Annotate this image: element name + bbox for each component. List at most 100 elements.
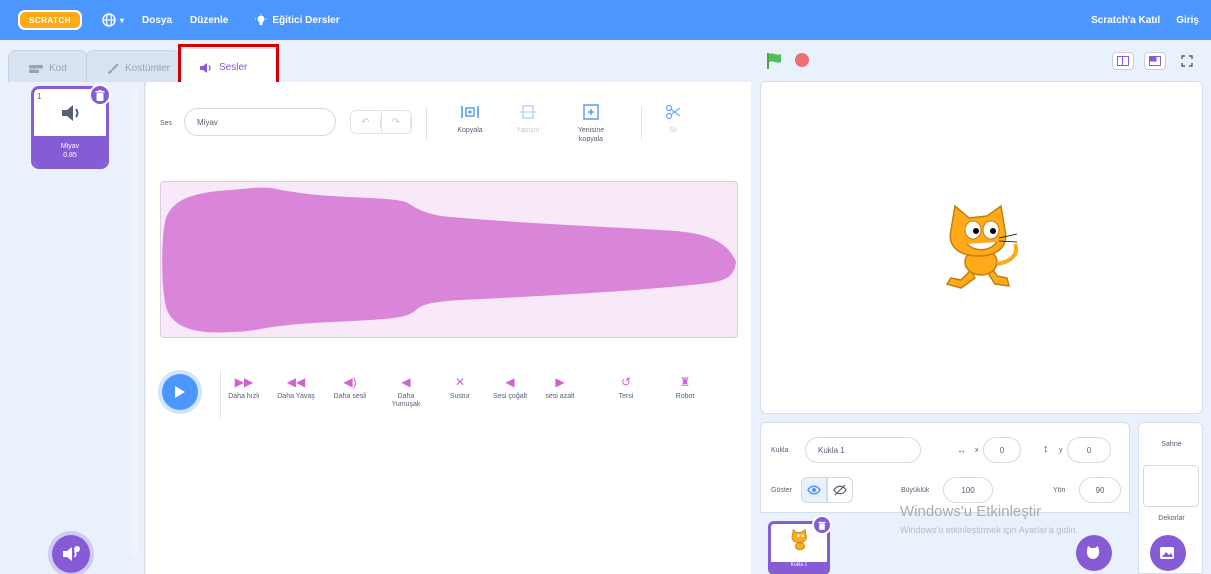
x-input[interactable]: 0 bbox=[983, 437, 1021, 463]
file-menu[interactable]: Dosya bbox=[142, 15, 172, 26]
green-flag-icon[interactable] bbox=[766, 52, 784, 70]
sprite-name-input[interactable]: Kukla 1 bbox=[805, 437, 921, 463]
edit-menu[interactable]: Düzenle bbox=[190, 15, 228, 26]
horizontal-arrows-icon: ↔ bbox=[957, 445, 966, 455]
add-backdrop-button[interactable] bbox=[1150, 535, 1186, 571]
signin-link[interactable]: Giriş bbox=[1176, 15, 1199, 26]
tutorials-menu[interactable]: Eğitici Dersler bbox=[254, 13, 340, 27]
sound-name-label: Ses bbox=[160, 120, 173, 127]
add-sound-button[interactable] bbox=[52, 535, 90, 573]
copy-to-new-button[interactable]: Yenisine kopyala bbox=[566, 102, 616, 144]
size-input[interactable]: 100 bbox=[943, 477, 993, 503]
effect-mute-label: Sustur bbox=[449, 393, 471, 400]
small-stage-icon bbox=[1117, 56, 1129, 66]
effect-fade-out-label: sesi azalt bbox=[545, 393, 575, 400]
paste-button[interactable]: Yapıştır bbox=[508, 102, 548, 135]
small-stage-button[interactable] bbox=[1112, 52, 1134, 70]
vertical-arrows-icon: ↕ bbox=[1043, 443, 1049, 455]
effect-louder[interactable]: ◀) Daha sesli bbox=[328, 374, 372, 401]
effect-mute[interactable]: ✕ Sustur bbox=[442, 374, 478, 401]
undo-icon: ↶ bbox=[351, 116, 381, 128]
direction-label: Yön bbox=[1053, 487, 1066, 494]
redo-icon: ↷ bbox=[382, 116, 411, 128]
stop-button[interactable] bbox=[795, 53, 809, 67]
speaker-plus-icon bbox=[63, 546, 80, 561]
image-plus-icon bbox=[1160, 547, 1174, 559]
delete-sprite-button[interactable] bbox=[812, 515, 832, 535]
effect-louder-label: Daha sesli bbox=[333, 393, 367, 400]
effect-faster-label: Daha hızlı bbox=[228, 393, 260, 400]
show-hidden-button[interactable] bbox=[827, 477, 853, 503]
direction-input[interactable]: 90 bbox=[1079, 477, 1121, 503]
effect-robot[interactable]: ♜ Robot bbox=[670, 374, 700, 401]
globe-icon bbox=[102, 13, 116, 27]
y-label: y bbox=[1059, 447, 1063, 454]
effect-fade-in[interactable]: ◀ Sesi çoğalt bbox=[488, 374, 532, 401]
play-sound-button[interactable] bbox=[162, 374, 198, 410]
copy-label: Kopyala bbox=[457, 127, 483, 134]
sound-list: 1 Miyav 0.85 bbox=[0, 82, 145, 574]
delete-button[interactable]: Sil bbox=[658, 102, 688, 135]
sound-list-scrollbar[interactable] bbox=[132, 86, 138, 556]
tab-code-label: Kod bbox=[49, 63, 67, 74]
rewind-icon: ◀◀ bbox=[286, 375, 306, 389]
tab-code[interactable]: Kod bbox=[8, 50, 88, 86]
speaker-icon bbox=[62, 105, 79, 121]
stage-thumbnail[interactable] bbox=[1143, 465, 1199, 507]
fullscreen-button[interactable] bbox=[1176, 52, 1198, 70]
add-sprite-button[interactable] bbox=[1076, 535, 1112, 571]
lightbulb-icon bbox=[255, 13, 268, 25]
brush-icon bbox=[108, 62, 119, 74]
fade-out-icon: ▶ bbox=[555, 375, 565, 389]
effect-fade-in-label: Sesi çoğalt bbox=[492, 393, 528, 400]
join-link[interactable]: Scratch'a Katıl bbox=[1091, 15, 1160, 26]
mute-icon: ✕ bbox=[454, 375, 466, 389]
show-label: Göster bbox=[771, 487, 793, 494]
effect-reverse-label: Tersi bbox=[618, 393, 634, 400]
activation-watermark-title: Windows'u Etkinleştir bbox=[900, 503, 1042, 520]
delete-label: Sil bbox=[669, 127, 677, 134]
sound-tile-number: 1 bbox=[37, 92, 42, 101]
tutorials-label: Eğitici Dersler bbox=[272, 14, 340, 26]
menu-bar: SCRATCH ▾ Dosya Düzenle Eğitici Dersler … bbox=[0, 0, 1211, 40]
tab-costumes[interactable]: Kostümler bbox=[86, 50, 180, 86]
paste-icon bbox=[518, 102, 538, 122]
y-input[interactable]: 0 bbox=[1067, 437, 1111, 463]
cat-plus-icon bbox=[1086, 546, 1100, 559]
eye-icon bbox=[807, 485, 821, 495]
redo-button[interactable]: ↷ bbox=[382, 111, 411, 133]
effect-robot-label: Robot bbox=[675, 393, 695, 400]
toolbar-divider bbox=[641, 106, 642, 140]
robot-icon: ♜ bbox=[679, 375, 691, 389]
cat-sprite[interactable] bbox=[931, 200, 1031, 300]
copy-to-new-label-1: Yenisine bbox=[577, 127, 605, 134]
effect-softer[interactable]: ◀ Daha Yumuşak bbox=[386, 374, 426, 409]
effect-softer-label: Daha Yumuşak bbox=[391, 393, 421, 408]
chevron-down-icon: ▾ bbox=[120, 15, 125, 25]
scratch-logo[interactable]: SCRATCH bbox=[18, 10, 82, 30]
effect-slower[interactable]: ◀◀ Daha Yavaş bbox=[274, 374, 318, 401]
sound-tile-name: Miyav bbox=[60, 143, 80, 150]
paste-label: Yapıştır bbox=[516, 127, 540, 134]
effect-slower-label: Daha Yavaş bbox=[277, 393, 315, 400]
copy-button[interactable]: Kopyala bbox=[450, 102, 490, 135]
scissors-icon bbox=[663, 102, 683, 122]
play-icon bbox=[175, 386, 185, 398]
sound-name-input[interactable]: Miyav bbox=[184, 108, 336, 136]
fade-in-icon: ◀ bbox=[505, 375, 515, 389]
copy-to-new-label-2: kopyala bbox=[578, 136, 604, 143]
delete-sound-button[interactable] bbox=[89, 84, 111, 106]
stage-canvas[interactable] bbox=[760, 81, 1203, 414]
effect-faster[interactable]: ▶▶ Daha hızlı bbox=[224, 374, 264, 401]
language-menu[interactable]: ▾ bbox=[102, 13, 124, 27]
show-visible-button[interactable] bbox=[801, 477, 827, 503]
fast-forward-icon: ▶▶ bbox=[234, 375, 254, 389]
volume-up-icon: ◀) bbox=[343, 375, 357, 389]
activation-watermark-text: Windows'u etkinleştirmek için Ayarlar'a … bbox=[900, 525, 1078, 535]
waveform-display[interactable] bbox=[160, 181, 738, 338]
undo-button[interactable]: ↶ bbox=[351, 111, 382, 133]
effect-reverse[interactable]: ↺ Tersi bbox=[612, 374, 640, 401]
large-stage-button[interactable] bbox=[1144, 52, 1166, 70]
effect-fade-out[interactable]: ▶ sesi azalt bbox=[540, 374, 580, 401]
toolbar-divider bbox=[426, 106, 427, 140]
